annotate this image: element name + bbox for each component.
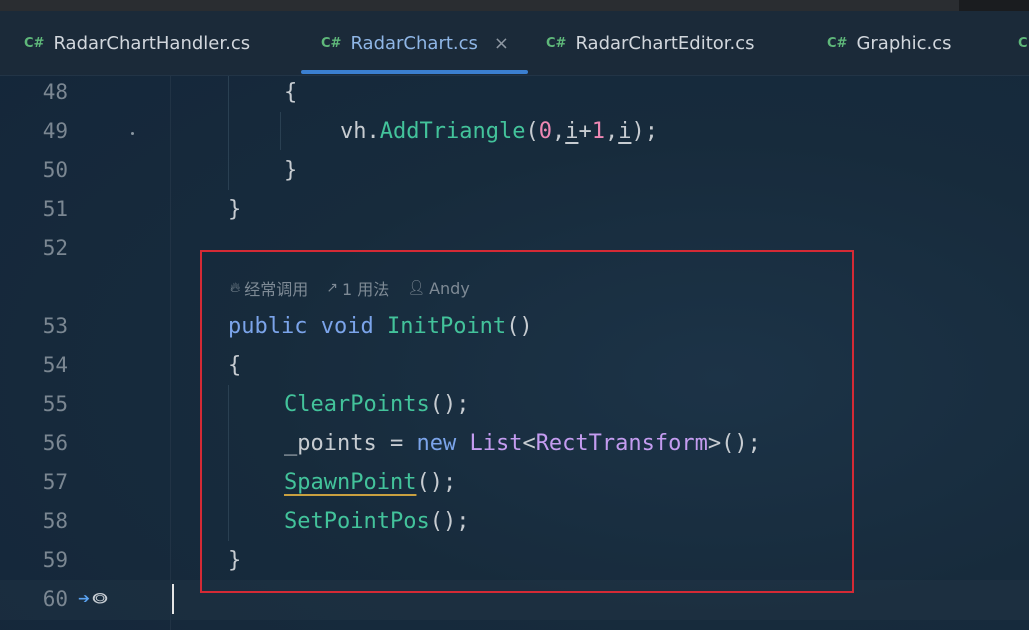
csharp-file-icon: C# (24, 35, 45, 51)
arrow-right-icon[interactable]: ➔ (78, 586, 90, 610)
line-number: 52 (42, 236, 68, 260)
code-token: , (551, 119, 566, 144)
tab-radar-chart-handler[interactable]: C# RadarChartHandler.cs (24, 11, 250, 75)
line-number: 49 (42, 119, 68, 143)
gutter-separator (170, 76, 171, 630)
line-number: 60 (42, 587, 68, 611)
code-line-48[interactable]: { (284, 73, 297, 112)
tab-label: Graphic.cs (856, 32, 952, 54)
gutter-actions[interactable]: ➔ ⭖ (78, 586, 108, 610)
csharp-file-icon: C (1018, 35, 1028, 51)
line-number: 55 (42, 392, 68, 416)
indent-guide (228, 76, 229, 190)
csharp-file-icon: C# (546, 35, 567, 51)
line-number: 48 (42, 80, 68, 104)
code-token: . (366, 119, 380, 144)
code-token-var: i (618, 119, 632, 144)
line-number: 59 (42, 548, 68, 572)
tab-radar-chart[interactable]: C# RadarChart.cs × (321, 11, 509, 75)
tab-overflow[interactable]: C (1018, 11, 1029, 75)
window-top-notch (959, 0, 1029, 11)
active-tab-indicator (301, 70, 528, 74)
indent-guide (280, 112, 281, 150)
code-token-number: 0 (538, 119, 552, 144)
line-number: 57 (42, 470, 68, 494)
line-number: 50 (42, 158, 68, 182)
close-tab-icon[interactable]: × (494, 33, 509, 54)
code-token-var: i (565, 119, 579, 144)
line-number: 51 (42, 197, 68, 221)
csharp-file-icon: C# (321, 35, 342, 51)
code-line-51[interactable]: } (228, 190, 241, 229)
window-top-strip (0, 0, 1029, 11)
tab-graphic[interactable]: C# Graphic.cs (827, 11, 952, 75)
line-number: 56 (42, 431, 68, 455)
highlight-box (200, 250, 854, 593)
editor-tab-bar: C# RadarChartHandler.cs C# RadarChart.cs… (0, 11, 1029, 76)
bulb-icon[interactable]: ⭖ (92, 586, 108, 610)
csharp-file-icon: C# (827, 35, 848, 51)
line-number: 53 (42, 314, 68, 338)
line-number: 54 (42, 353, 68, 377)
tab-label: RadarChartHandler.cs (53, 32, 251, 54)
tab-label: RadarChart.cs (350, 32, 478, 54)
line-number: 58 (42, 509, 68, 533)
text-cursor (172, 584, 174, 614)
code-token: vh (340, 119, 367, 144)
gutter-marker-dot (131, 132, 134, 135)
code-token: ( (525, 119, 539, 144)
code-token-number: 1 (591, 119, 605, 144)
tab-radar-chart-editor[interactable]: C# RadarChartEditor.cs (546, 11, 755, 75)
code-token-method: AddTriangle (379, 119, 526, 144)
code-token: + (578, 119, 592, 144)
code-line-50[interactable]: } (284, 151, 297, 190)
code-token: ); (631, 119, 658, 144)
tab-label: RadarChartEditor.cs (575, 32, 755, 54)
code-token: , (604, 119, 619, 144)
code-line-49[interactable]: vh.AddTriangle(0,i+1,i); (340, 112, 658, 151)
